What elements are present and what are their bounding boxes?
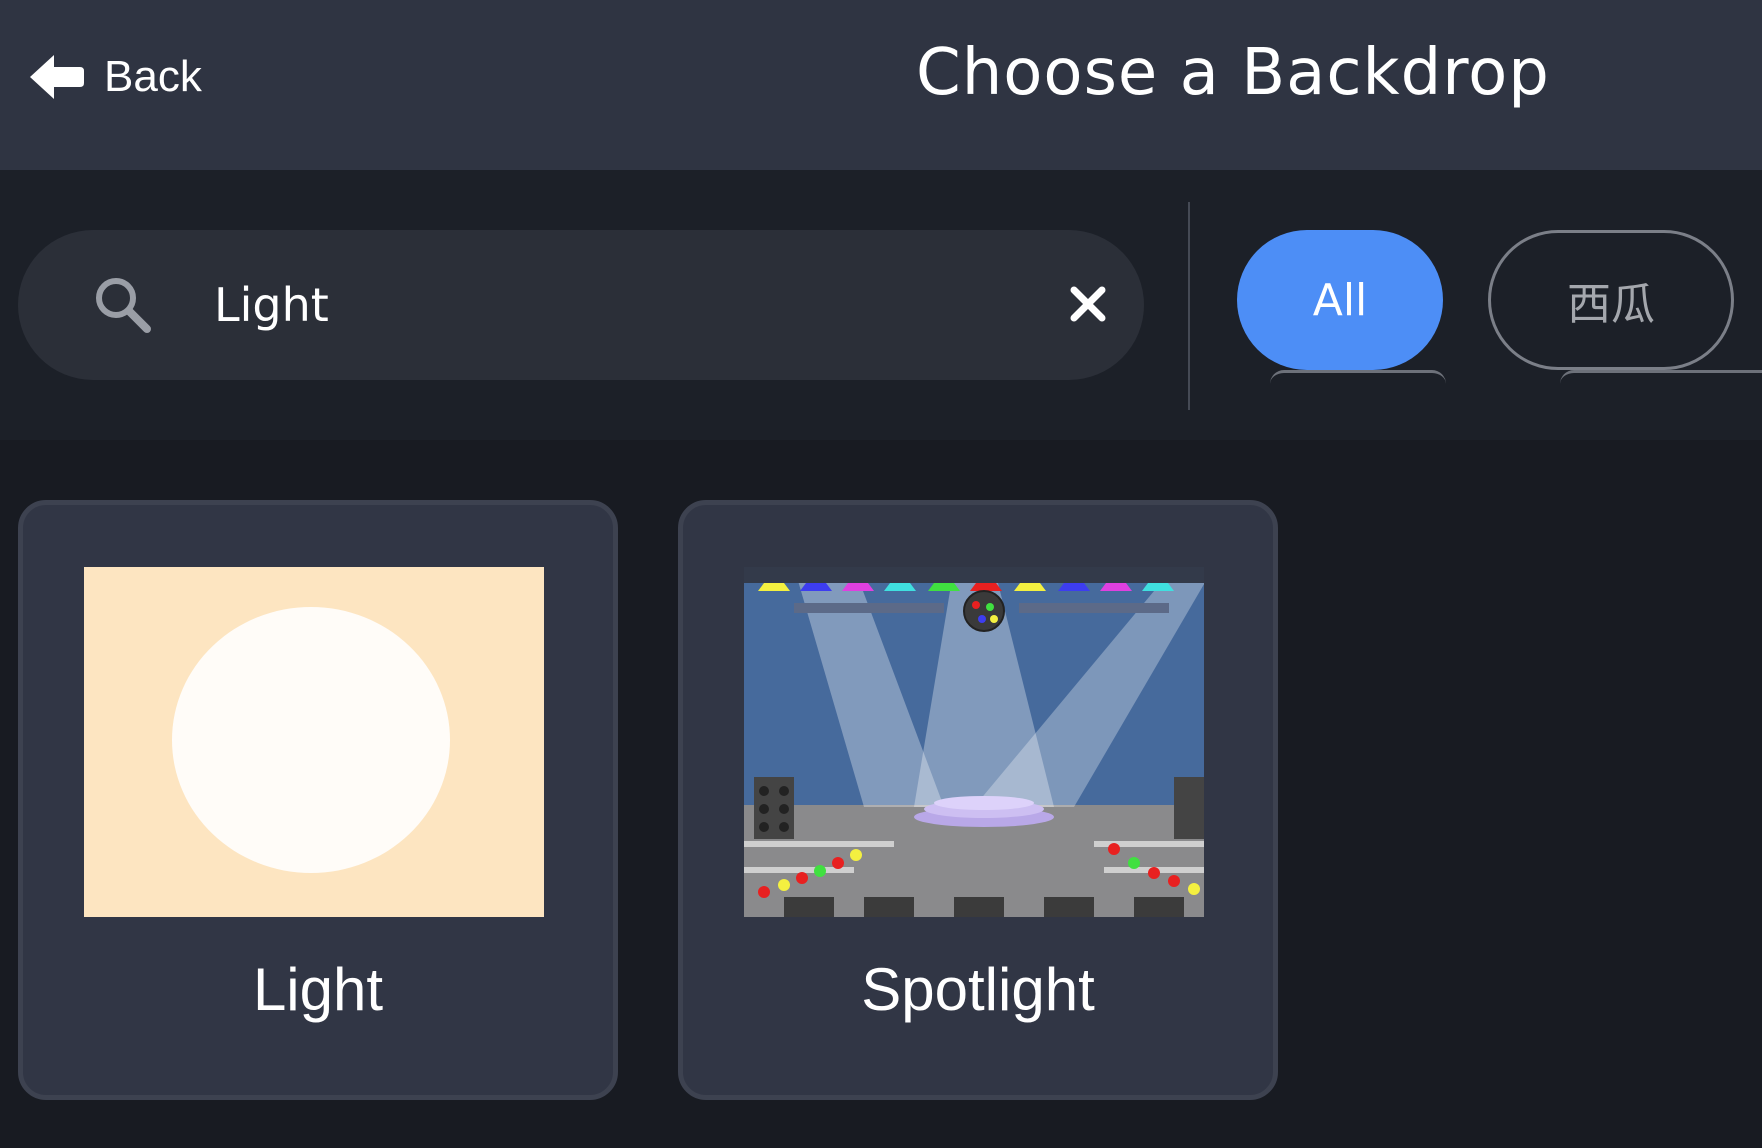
backdrop-card-spotlight[interactable]: Spotlight	[678, 500, 1278, 1100]
back-button[interactable]: Back	[28, 44, 202, 110]
divider	[1188, 202, 1190, 410]
search-box[interactable]	[18, 230, 1144, 380]
tag-row-shadow	[1270, 370, 1446, 384]
clear-icon[interactable]	[1066, 282, 1110, 326]
backdrop-label: Spotlight	[861, 956, 1095, 1023]
search-icon	[96, 278, 151, 333]
filter-bar: All 西瓜	[0, 170, 1762, 440]
search-input[interactable]	[214, 264, 1014, 346]
tag-row-shadow	[1560, 370, 1762, 384]
tag-watermelon[interactable]: 西瓜	[1488, 230, 1734, 370]
back-label: Back	[104, 52, 202, 101]
backdrop-card-light[interactable]: Light	[18, 500, 618, 1100]
page-title: Choose a Backdrop	[916, 36, 1550, 110]
backdrop-label: Light	[252, 956, 384, 1023]
header: Back Choose a Backdrop	[0, 0, 1762, 170]
backdrop-thumbnail-light	[84, 567, 544, 917]
arrow-left-icon	[30, 55, 84, 99]
backdrop-thumbnail-spotlight	[744, 567, 1204, 917]
tag-all[interactable]: All	[1237, 230, 1443, 370]
